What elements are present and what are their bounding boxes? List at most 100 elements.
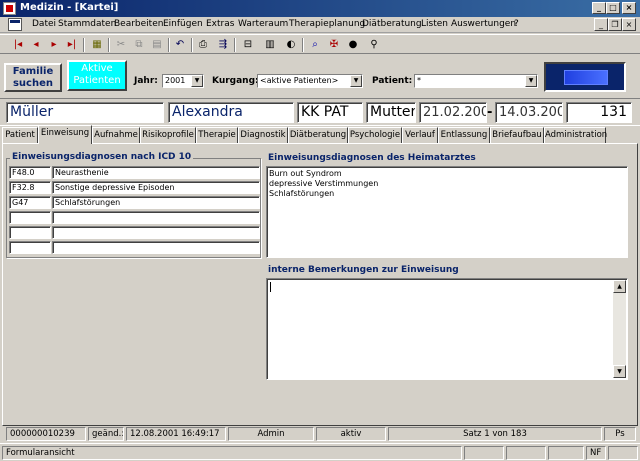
patient-value: * xyxy=(417,76,421,85)
home-doctor-line: depressive Verstimmungen xyxy=(269,179,379,188)
toolbar-separator xyxy=(108,38,110,52)
toolbar: |◂ ◂ ▸ ▸| ▦ ✂ ⧉ ▤ ↶ ⎙ ⇶ ⊟ ▥ ◐ ⌕ ✠ ● ⚲ xyxy=(0,34,640,54)
icd-text-cell[interactable] xyxy=(52,226,260,239)
tab-therapie[interactable]: Therapie xyxy=(196,127,238,143)
tab-briefaufbau[interactable]: Briefaufbau xyxy=(490,127,544,143)
menu-extras[interactable]: Extras xyxy=(206,19,234,29)
sort-icon[interactable]: ⇶ xyxy=(215,37,231,53)
menu-auswertungen[interactable]: Auswertungen xyxy=(451,19,516,29)
date-from-field[interactable]: 21.02.2001 xyxy=(419,102,487,123)
patient-label: Patient: xyxy=(372,76,413,86)
document-icon[interactable] xyxy=(8,18,22,31)
prev-record-icon[interactable]: ◂ xyxy=(28,37,44,53)
record-status-row: 000000010239 geänd.: 12.08.2001 16:49:17… xyxy=(0,427,640,442)
copy-icon[interactable]: ⧉ xyxy=(131,37,147,53)
find-icon[interactable]: ⚲ xyxy=(366,37,382,53)
filter-icon[interactable]: ⊟ xyxy=(240,37,256,53)
app-icon[interactable] xyxy=(3,2,16,15)
icd-text-cell[interactable]: Schlafstörungen xyxy=(52,196,260,209)
year-select[interactable]: 2001 ▼ xyxy=(162,74,204,88)
tab-psychologie[interactable]: Psychologie xyxy=(348,127,402,143)
menu-datei[interactable]: Datei xyxy=(32,19,56,29)
menu-listen[interactable]: Listen xyxy=(421,19,448,29)
minimize-icon[interactable]: _ xyxy=(592,2,606,14)
menu-diaetberatung[interactable]: Diätberatung xyxy=(362,19,422,29)
status-panel xyxy=(548,446,584,460)
menu-therapieplanung[interactable]: Therapieplanung xyxy=(289,19,365,29)
last-record-icon[interactable]: ▸| xyxy=(64,37,80,53)
save-icon[interactable]: ▦ xyxy=(89,37,105,53)
tab-risikoprofile[interactable]: Risikoprofile xyxy=(140,127,196,143)
role-field[interactable]: Mutter xyxy=(366,102,416,123)
chevron-down-icon[interactable]: ▼ xyxy=(191,75,203,87)
tab-administration[interactable]: Administration xyxy=(544,127,607,143)
toolbar-separator xyxy=(83,38,85,52)
doc-close-icon[interactable]: × xyxy=(622,18,636,31)
maximize-icon[interactable]: □ xyxy=(606,2,620,14)
changed-timestamp: 12.08.2001 16:49:17 xyxy=(126,427,226,441)
doc-restore-icon[interactable]: ❐ xyxy=(608,18,622,31)
tab-patient[interactable]: Patient xyxy=(2,127,38,143)
logo-icon xyxy=(564,70,608,85)
icd-code-cell[interactable]: F32.8 xyxy=(9,181,51,194)
first-record-icon[interactable]: |◂ xyxy=(10,37,26,53)
toolbar-separator xyxy=(302,38,304,52)
patient-number-field[interactable]: 131 xyxy=(566,102,632,123)
paste-icon[interactable]: ▤ xyxy=(149,37,165,53)
menu-stammdaten[interactable]: Stammdaten xyxy=(58,19,116,29)
tab-diaetberatung[interactable]: Diätberatung xyxy=(288,127,348,143)
remarks-title: interne Bemerkungen zur Einweisung xyxy=(268,265,459,275)
icd-code-cell[interactable] xyxy=(9,226,51,239)
tools-icon[interactable]: ✠ xyxy=(326,37,342,53)
toolbar-separator xyxy=(234,38,236,52)
home-doctor-textarea[interactable]: Burn out Syndrom depressive Verstimmunge… xyxy=(266,166,628,258)
search-icon[interactable]: ⌕ xyxy=(307,37,323,53)
chevron-down-icon[interactable]: ▼ xyxy=(525,75,537,87)
tab-entlassung[interactable]: Entlassung xyxy=(438,127,490,143)
firstname-field[interactable]: Alexandra xyxy=(168,102,294,123)
icd-text-cell[interactable] xyxy=(52,241,260,254)
lastname-field[interactable]: Müller xyxy=(6,102,164,123)
icd-code-cell[interactable]: G47 xyxy=(9,196,51,209)
cut-icon[interactable]: ✂ xyxy=(113,37,129,53)
icd-code-cell[interactable] xyxy=(9,211,51,224)
patient-select[interactable]: * ▼ xyxy=(414,74,538,88)
tab-einweisung[interactable]: Einweisung xyxy=(38,125,92,144)
tab-verlauf[interactable]: Verlauf xyxy=(402,127,438,143)
form-icon[interactable]: ▥ xyxy=(262,37,278,53)
menu-bearbeiten[interactable]: Bearbeiten xyxy=(114,19,163,29)
close-icon[interactable]: × xyxy=(622,2,636,14)
menu-help[interactable]: ? xyxy=(514,19,519,29)
active-patients-button[interactable]: Aktive Patienten xyxy=(67,60,127,91)
remarks-scrollbar[interactable]: ▲ ▼ xyxy=(613,280,626,378)
tab-diagnostik[interactable]: Diagnostik xyxy=(238,127,288,143)
menu-einfuegen[interactable]: Einfügen xyxy=(163,19,203,29)
remarks-textarea[interactable] xyxy=(266,278,628,380)
chevron-down-icon[interactable]: ▼ xyxy=(350,75,362,87)
icd-code-cell[interactable]: F48.0 xyxy=(9,166,51,179)
scroll-down-icon[interactable]: ▼ xyxy=(613,365,626,378)
print-icon[interactable]: ⎙ xyxy=(195,37,211,53)
icd-text-cell[interactable]: Neurasthenie xyxy=(52,166,260,179)
user-field: Admin xyxy=(228,427,314,441)
scroll-up-icon[interactable]: ▲ xyxy=(613,280,626,293)
icd-code-cell[interactable] xyxy=(9,241,51,254)
text-cursor xyxy=(270,282,271,292)
date-to-field[interactable]: 14.03.2001 xyxy=(495,102,563,123)
next-record-icon[interactable]: ▸ xyxy=(46,37,62,53)
help-icon[interactable]: ● xyxy=(345,37,361,53)
changed-label: geänd.: xyxy=(88,427,124,441)
menu-warteraum[interactable]: Warteraum xyxy=(238,19,288,29)
doc-minimize-icon[interactable]: _ xyxy=(594,18,608,31)
icd-text-cell[interactable] xyxy=(52,211,260,224)
status-panel xyxy=(608,446,638,460)
insurance-field[interactable]: KK PAT xyxy=(297,102,363,123)
undo-icon[interactable]: ↶ xyxy=(172,37,188,53)
course-select[interactable]: <aktive Patienten> ▼ xyxy=(257,74,363,88)
status-panel xyxy=(506,446,546,460)
icd-text-cell[interactable]: Sonstige depressive Episoden xyxy=(52,181,260,194)
toolbar-separator xyxy=(168,38,170,52)
patient-icon[interactable]: ◐ xyxy=(283,37,299,53)
family-search-button[interactable]: Familie suchen xyxy=(4,63,62,92)
tab-aufnahme[interactable]: Aufnahme xyxy=(92,127,140,143)
